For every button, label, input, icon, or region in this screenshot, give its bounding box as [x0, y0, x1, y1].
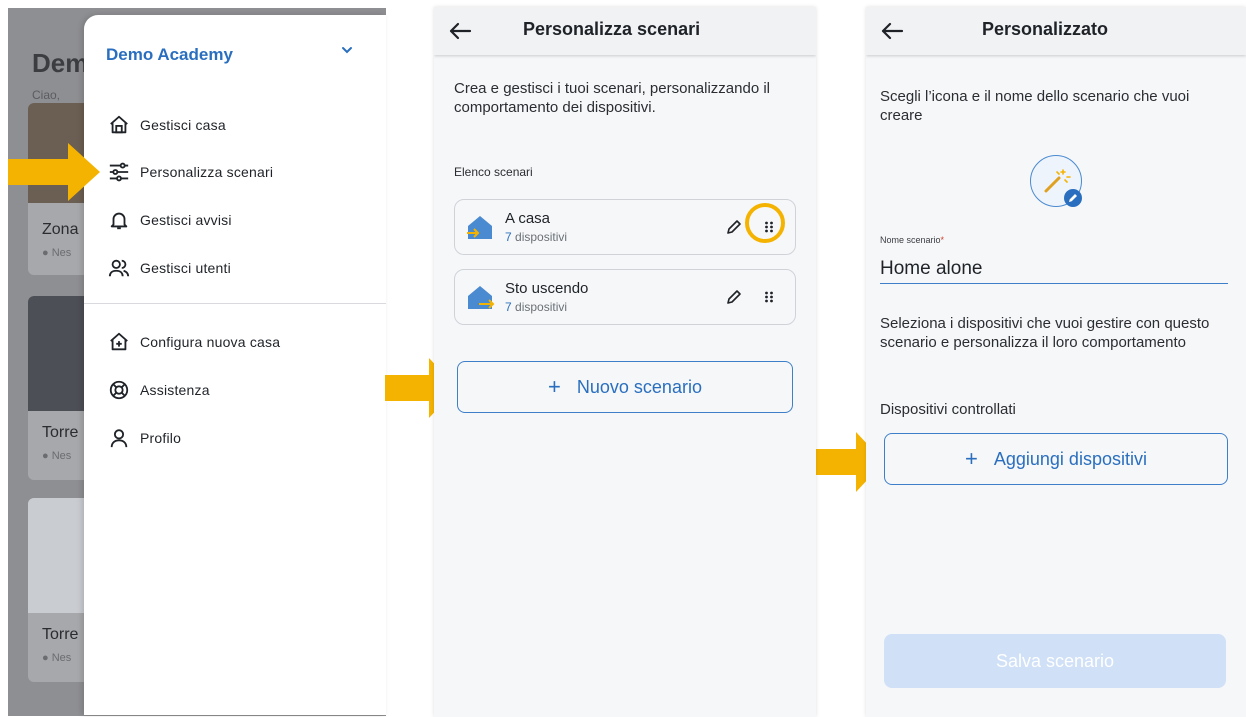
- drawer-item-label: Configura nuova casa: [140, 334, 281, 350]
- chevron-down-icon[interactable]: [340, 43, 354, 57]
- devices-section-label: Dispositivi controllati: [880, 401, 1016, 418]
- home-leave-icon: [468, 286, 495, 309]
- page-title: Personalizza scenari: [523, 19, 701, 39]
- scenario-card-a-casa[interactable]: A casa 7 dispositivi: [454, 199, 796, 255]
- bell-icon: [110, 212, 128, 230]
- intro-text: Crea e gestisci i tuoi scenari, personal…: [454, 80, 770, 116]
- callout-arrow-icon: [8, 143, 100, 201]
- name-field-label: Nome scenario*: [880, 235, 945, 245]
- pencil-icon[interactable]: [725, 288, 743, 306]
- add-devices-button[interactable]: + Aggiungi dispositivi: [884, 433, 1228, 485]
- drawer-item-personalizza-scenari[interactable]: Personalizza scenari: [108, 158, 273, 186]
- background-home-title: Dem: [32, 48, 89, 78]
- button-label: Nuovo scenario: [576, 376, 702, 397]
- drawer-divider: [84, 303, 386, 304]
- top-app-bar: Personalizza scenari: [434, 7, 816, 55]
- pencil-icon[interactable]: [725, 218, 743, 236]
- drawer-item-gestisci-avvisi[interactable]: Gestisci avvisi: [108, 206, 232, 234]
- edit-badge[interactable]: [1064, 189, 1082, 207]
- home-selector-label[interactable]: Demo Academy: [106, 45, 233, 65]
- drawer-item-label: Personalizza scenari: [140, 164, 274, 180]
- custom-scenario-screen: Personalizzato Scegli l’icona e il nome …: [866, 7, 1246, 717]
- home-arrive-icon: [467, 216, 492, 239]
- scenario-icon-picker[interactable]: [1030, 155, 1082, 207]
- drawer-item-label: Profilo: [140, 430, 182, 446]
- drawer-item-label: Gestisci utenti: [140, 260, 231, 276]
- home-plus-icon: [110, 332, 128, 351]
- highlight-circle: [745, 203, 785, 243]
- users-icon: [108, 259, 130, 277]
- drawer-item-assistenza[interactable]: Assistenza: [108, 376, 210, 404]
- lifebuoy-icon: [109, 380, 129, 400]
- drawer-item-label: Gestisci casa: [140, 117, 226, 133]
- drawer-item-label: Gestisci avvisi: [140, 212, 232, 228]
- pencil-icon: [1069, 194, 1077, 202]
- devices-intro-text: Seleziona i dispositivi che vuoi gestire…: [880, 315, 1210, 351]
- drag-handle-icon[interactable]: [760, 288, 778, 306]
- save-scenario-button[interactable]: Salva scenario: [884, 634, 1226, 688]
- drawer-item-profilo[interactable]: Profilo: [108, 424, 181, 452]
- scenario-device-count: 7 dispositivi: [505, 300, 568, 314]
- scenario-name: Sto uscendo: [505, 280, 589, 297]
- section-label: Elenco scenari: [454, 165, 533, 179]
- scenarios-screen: Personalizza scenari Crea e gestisci i t…: [434, 7, 816, 717]
- plus-icon: +: [965, 446, 978, 471]
- intro-text: Scegli l’icona e il nome dello scenario …: [880, 88, 1190, 124]
- drawer-item-configura-nuova-casa[interactable]: Configura nuova casa: [108, 328, 280, 356]
- drawer-item-label: Assistenza: [140, 382, 210, 398]
- background-greeting: Ciao,: [32, 88, 61, 102]
- arrow-left-icon[interactable]: [878, 17, 906, 45]
- top-app-bar: Personalizzato: [866, 7, 1246, 55]
- new-scenario-button[interactable]: + Nuovo scenario: [457, 361, 793, 413]
- scenario-name: A casa: [505, 210, 551, 227]
- navigation-drawer: Demo Academy Gestisci casa Personalizza …: [84, 15, 386, 715]
- page-title: Personalizzato: [982, 19, 1109, 39]
- scenario-card-sto-uscendo[interactable]: Sto uscendo 7 dispositivi: [454, 269, 796, 325]
- user-icon: [110, 429, 128, 448]
- button-label: Aggiungi dispositivi: [993, 448, 1147, 469]
- scenario-device-count: 7 dispositivi: [505, 230, 568, 244]
- arrow-left-icon[interactable]: [446, 17, 474, 45]
- sliders-icon: [109, 162, 129, 182]
- drawer-item-gestisci-casa[interactable]: Gestisci casa: [108, 111, 226, 139]
- scenario-name-input[interactable]: [880, 255, 1228, 284]
- drawer-item-gestisci-utenti[interactable]: Gestisci utenti: [108, 254, 231, 282]
- home-icon: [110, 115, 128, 134]
- plus-icon: +: [548, 374, 561, 399]
